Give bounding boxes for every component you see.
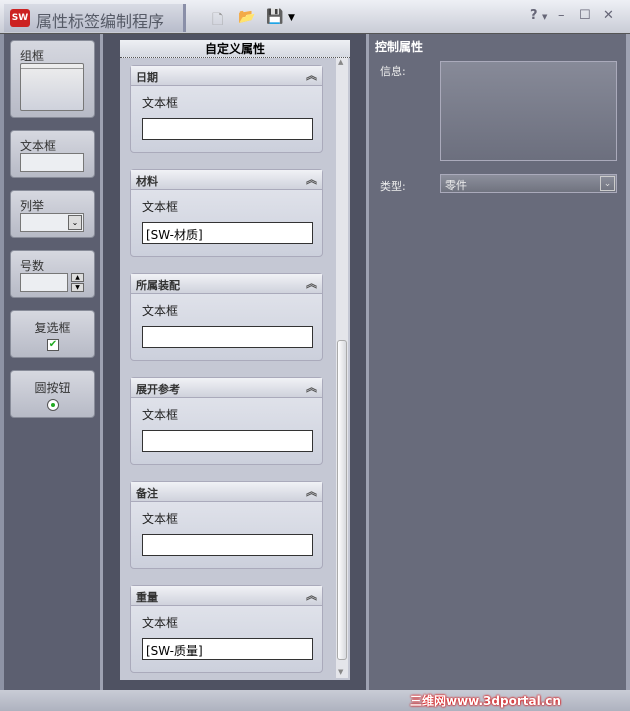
palette-list[interactable]: 列举 ⌄ xyxy=(10,190,95,238)
text-field[interactable]: [SW-质量] xyxy=(142,638,313,660)
text-field[interactable] xyxy=(142,326,313,348)
text-field[interactable] xyxy=(142,118,313,140)
new-file-icon[interactable]: 🗋 xyxy=(212,9,223,33)
collapse-icon[interactable]: ︽ xyxy=(306,275,317,291)
group-title: 备注 xyxy=(136,487,158,500)
text-box-label: 文本框 xyxy=(20,139,57,153)
app-title: 属性标签编制程序 xyxy=(36,12,165,31)
field-label: 文本框 xyxy=(142,512,179,526)
open-folder-icon[interactable]: 📂 xyxy=(238,9,255,25)
chevron-down-icon: ⌄ xyxy=(68,215,82,230)
app-title-tab: SW 属性标签编制程序 xyxy=(4,4,186,32)
group-title: 展开参考 xyxy=(136,383,180,396)
group-header[interactable]: 重量 ︽ xyxy=(131,586,322,606)
palette-group-box[interactable]: 组框 xyxy=(10,40,95,118)
group-title: 所属装配 xyxy=(136,279,180,292)
watermark: 三维网www.3dportal.cn xyxy=(410,694,561,708)
property-group: 所属装配 ︽ 文本框 xyxy=(130,273,323,361)
control-properties-panel: 控制属性 信息: 类型: 零件 ⌄ xyxy=(366,34,630,690)
help-button[interactable]: ? xyxy=(530,8,538,23)
info-label: 信息: xyxy=(380,65,406,78)
save-icon[interactable]: 💾 xyxy=(266,9,283,25)
property-group: 材料 ︽ 文本框 [SW-材质] xyxy=(130,169,323,257)
vertical-scrollbar[interactable]: ▲ ▼ xyxy=(336,58,348,678)
title-bar: SW 属性标签编制程序 🗋 📂 💾 ▼ ? ▼ – ☐ ✕ xyxy=(0,0,630,34)
number-label: 号数 xyxy=(20,259,45,273)
palette-radio[interactable]: 圆按钮 xyxy=(10,370,95,418)
status-bar: 三维网www.3dportal.cn xyxy=(0,690,630,711)
checkmark-icon: ✔ xyxy=(47,339,59,351)
close-button[interactable]: ✕ xyxy=(603,8,614,23)
text-field[interactable]: [SW-材质] xyxy=(142,222,313,244)
minimize-button[interactable]: – xyxy=(558,8,565,23)
collapse-icon[interactable]: ︽ xyxy=(306,379,317,395)
collapse-icon[interactable]: ︽ xyxy=(306,67,317,83)
spinner-up-icon: ▲ xyxy=(71,273,84,282)
scrollbar-thumb[interactable] xyxy=(337,340,347,660)
property-group: 备注 ︽ 文本框 xyxy=(130,481,323,569)
palette-checkbox[interactable]: 复选框 ✔ xyxy=(10,310,95,358)
type-select[interactable]: 零件 ⌄ xyxy=(440,174,617,193)
solidworks-logo-icon: SW xyxy=(10,9,30,27)
checkbox-label: 复选框 xyxy=(34,321,71,335)
property-group: 展开参考 ︽ 文本框 xyxy=(130,377,323,465)
type-value: 零件 xyxy=(445,179,467,192)
group-header[interactable]: 材料 ︽ xyxy=(131,170,322,190)
radio-label: 圆按钮 xyxy=(34,381,71,395)
spinner-down-icon: ▼ xyxy=(71,283,84,292)
chevron-down-icon: ⌄ xyxy=(600,176,615,191)
property-group: 日期 ︽ 文本框 xyxy=(130,65,323,153)
field-label: 文本框 xyxy=(142,96,179,110)
info-textarea[interactable] xyxy=(440,61,617,161)
text-field[interactable] xyxy=(142,534,313,556)
type-label: 类型: xyxy=(380,180,406,193)
list-label: 列举 xyxy=(20,199,45,213)
canvas-title: 自定义属性 xyxy=(120,40,350,58)
radio-icon xyxy=(47,399,59,411)
panel-title: 控制属性 xyxy=(375,40,424,54)
collapse-icon[interactable]: ︽ xyxy=(306,171,317,187)
text-field[interactable] xyxy=(142,430,313,452)
maximize-button[interactable]: ☐ xyxy=(579,8,591,23)
palette-text-box[interactable]: 文本框 xyxy=(10,130,95,178)
group-title: 重量 xyxy=(136,591,158,604)
palette-number[interactable]: 号数 ▲ ▼ xyxy=(10,250,95,298)
property-group: 重量 ︽ 文本框 [SW-质量] xyxy=(130,585,323,673)
group-title: 材料 xyxy=(136,175,158,188)
group-box-label: 组框 xyxy=(20,49,45,63)
field-label: 文本框 xyxy=(142,408,179,422)
group-header[interactable]: 所属装配 ︽ xyxy=(131,274,322,294)
group-header[interactable]: 展开参考 ︽ xyxy=(131,378,322,398)
save-dropdown-icon[interactable]: ▼ xyxy=(288,13,295,23)
help-dropdown-icon[interactable]: ▼ xyxy=(542,13,547,21)
field-label: 文本框 xyxy=(142,200,179,214)
collapse-icon[interactable]: ︽ xyxy=(306,587,317,603)
group-header[interactable]: 备注 ︽ xyxy=(131,482,322,502)
group-header[interactable]: 日期 ︽ xyxy=(131,66,322,86)
field-label: 文本框 xyxy=(142,616,179,630)
group-title: 日期 xyxy=(136,71,158,84)
collapse-icon[interactable]: ︽ xyxy=(306,483,317,499)
field-label: 文本框 xyxy=(142,304,179,318)
